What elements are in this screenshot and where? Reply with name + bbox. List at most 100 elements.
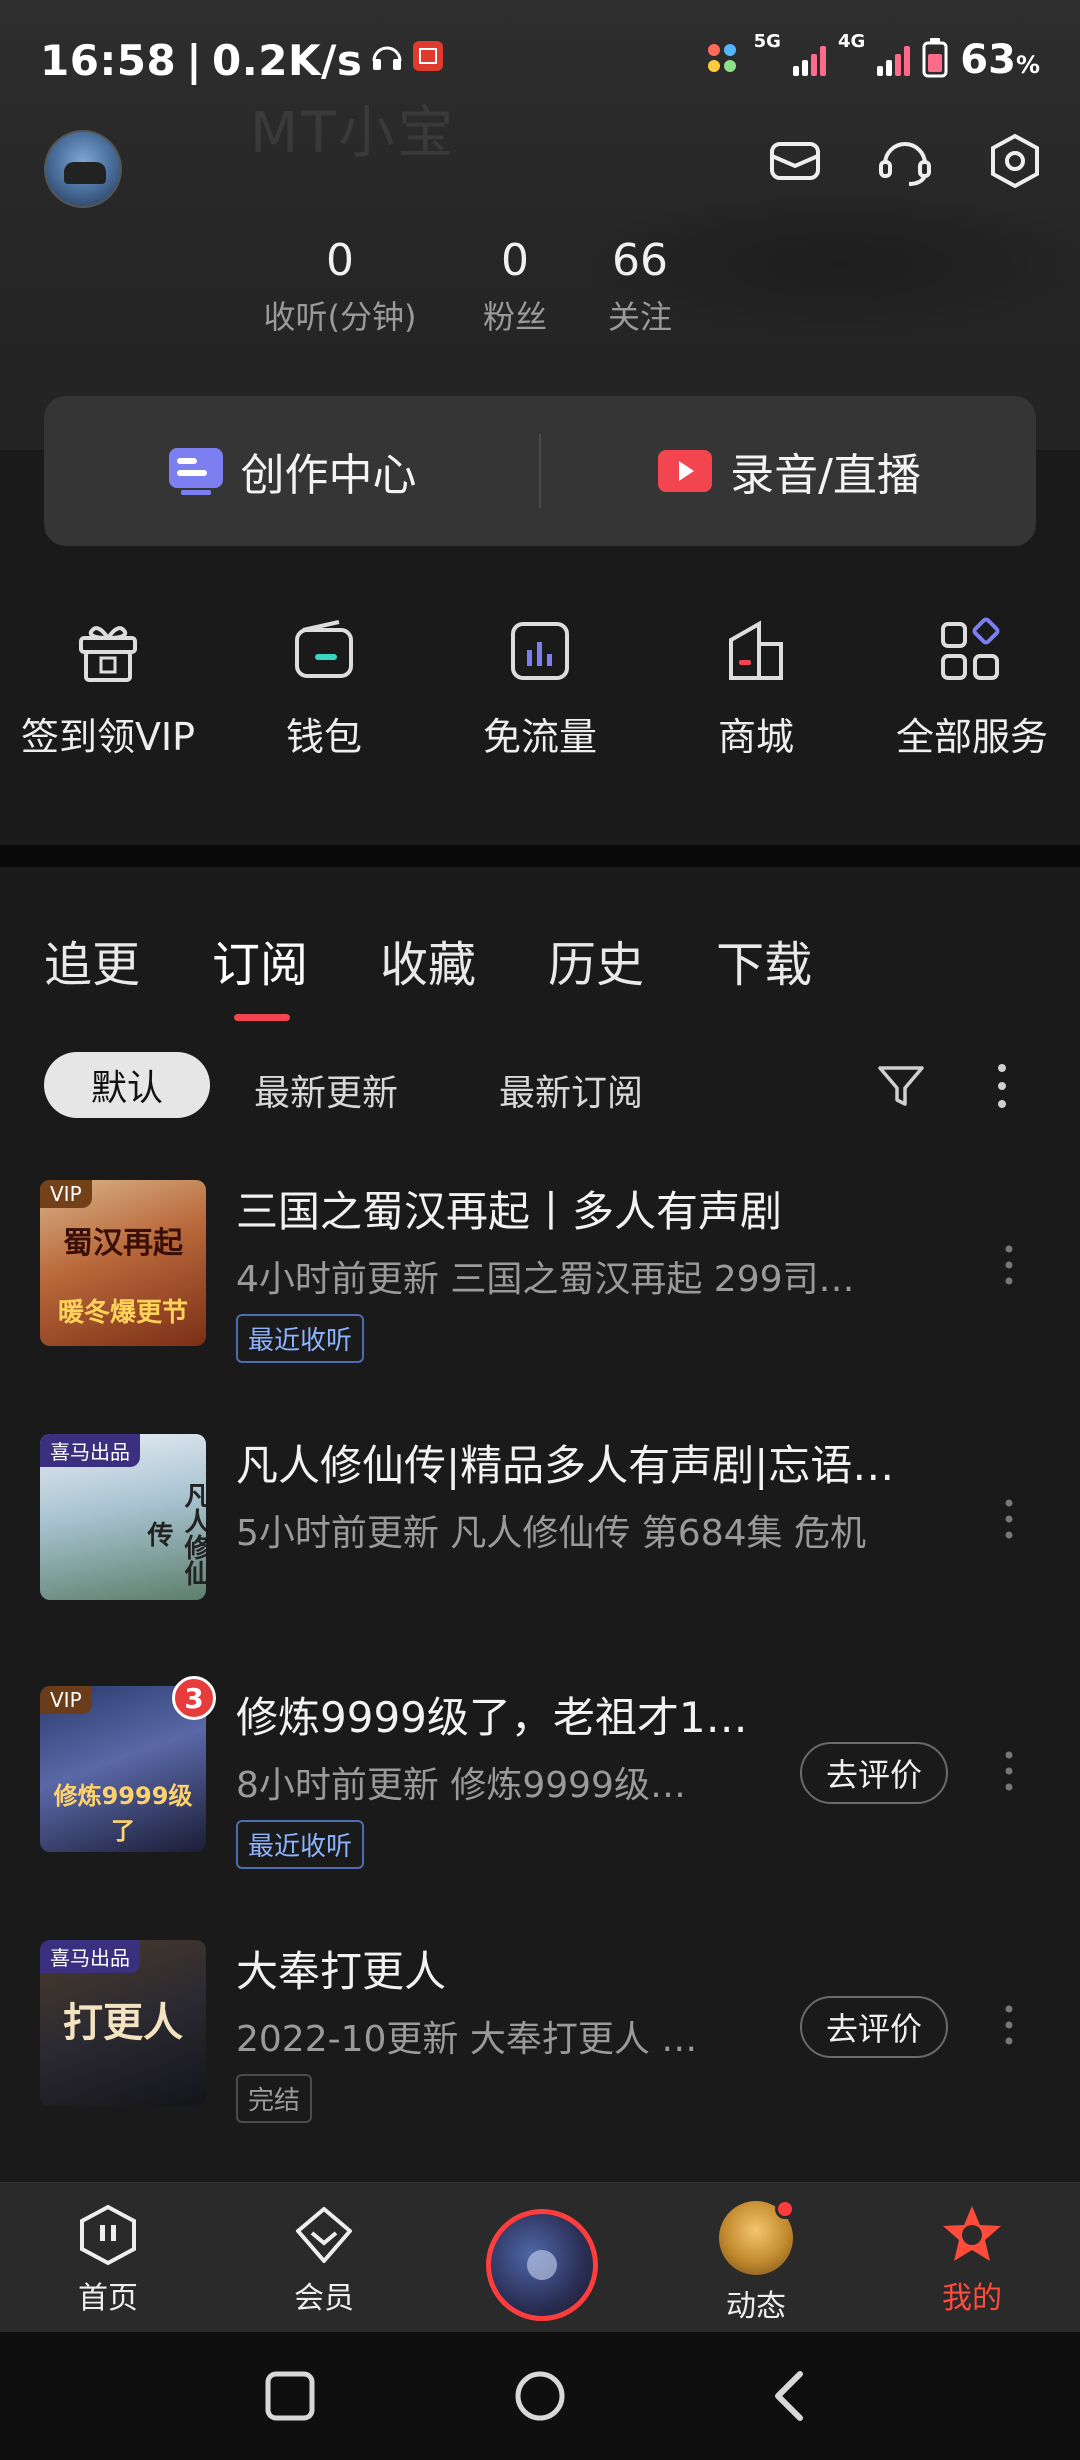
vip-tag: VIP [40, 1686, 92, 1714]
signal-2-icon [877, 44, 911, 76]
tab-favorites[interactable]: 收藏 [380, 925, 476, 995]
creator-center-button[interactable]: 创作中心 [44, 396, 539, 546]
cover-title: 打更人 [63, 2000, 183, 2046]
status-app-icon [702, 38, 742, 82]
record-play-icon [658, 450, 713, 492]
ximalaya-original-tag: 喜马出品 [40, 1940, 140, 1973]
wallet-icon [295, 620, 353, 678]
sort-filter-row: 默认 最新更新 最新订阅 [44, 1052, 1044, 1118]
mail-icon[interactable] [766, 132, 824, 190]
status-time: 16:58 [40, 35, 177, 85]
stat-fans-value: 0 [501, 235, 529, 286]
album-cover[interactable]: 喜马出品 凡人修仙传 [40, 1434, 206, 1600]
rate-button[interactable]: 去评价 [800, 1996, 948, 2058]
cover-promo: 暖冬爆更节 [57, 1298, 188, 1328]
service-sign-vip[interactable]: 签到领VIP [0, 616, 216, 761]
cover-title: 凡人修仙传 [143, 1482, 206, 1586]
stat-fans[interactable]: 0 粉丝 [460, 235, 570, 338]
list-item[interactable]: VIP 修炼9999级了 3 修炼9999级了，老祖才1… 8小时前更新 修炼9… [0, 1676, 1080, 1886]
more-options-icon[interactable] [994, 1062, 1010, 1110]
signal-1-icon [792, 44, 826, 76]
list-item[interactable]: 喜马出品 打更人 大奉打更人 2022-10更新 大奉打更人 … 完结 去评价 [0, 1940, 1080, 2140]
album-cover[interactable]: 喜马出品 打更人 [40, 1940, 206, 2106]
tab-downloads[interactable]: 下载 [716, 925, 812, 995]
home-icon [80, 2204, 136, 2266]
sort-latest-update[interactable]: 最新更新 [254, 1064, 398, 1116]
recent-listen-tag: 最近收听 [236, 1314, 365, 1363]
tab-history[interactable]: 历史 [548, 925, 644, 995]
battery-percent: 63% [960, 37, 1040, 83]
stat-following-label: 关注 [607, 298, 672, 336]
user-avatar[interactable] [44, 130, 122, 208]
item-subtitle: 2022-10更新 大奉打更人 … [236, 2019, 698, 2060]
nav-mine[interactable]: 我的 [892, 2203, 1052, 2317]
tab-subscriptions[interactable]: 订阅 [212, 925, 308, 1021]
list-item[interactable]: VIP 蜀汉再起 暖冬爆更节 三国之蜀汉再起丨多人有声剧 4小时前更新 三国之蜀… [0, 1180, 1080, 1380]
status-bar: 16:58 | 0.2K/s 5G 4G 63% [0, 0, 1080, 120]
item-subtitle: 5小时前更新 凡人修仙传 第684集 危机 [236, 1513, 866, 1554]
stat-listen-label: 收听(分钟) [263, 298, 417, 336]
back-icon[interactable] [762, 2368, 818, 2424]
creator-center-icon [168, 448, 223, 495]
item-more-icon[interactable] [1002, 1750, 1016, 1792]
service-wallet[interactable]: 钱包 [216, 616, 432, 761]
nav-feed[interactable]: 动态 [676, 2199, 836, 2325]
list-item[interactable]: 喜马出品 凡人修仙传 凡人修仙传|精品多人有声剧|忘语… 5小时前更新 凡人修仙… [0, 1434, 1080, 1634]
sim2-label: 4G [837, 31, 866, 52]
nav-mine-label: 我的 [942, 2281, 1002, 2316]
stats-row: 0 收听(分钟) 0 粉丝 66 关注 [0, 235, 1080, 345]
vip-diamond-icon [296, 2207, 352, 2263]
home-circle-icon[interactable] [512, 2368, 568, 2424]
nav-home-label: 首页 [78, 2281, 138, 2316]
sort-latest-subscribe[interactable]: 最新订阅 [499, 1064, 643, 1116]
album-cover[interactable]: VIP 蜀汉再起 暖冬爆更节 [40, 1180, 206, 1346]
cover-title: 修炼9999级了 [53, 1782, 193, 1845]
service-mall[interactable]: 商城 [648, 616, 864, 761]
service-all-label: 全部服务 [895, 715, 1048, 759]
item-subtitle: 4小时前更新 三国之蜀汉再起 299司… [236, 1259, 855, 1300]
feed-unread-dot [775, 2199, 795, 2219]
vip-tag: VIP [40, 1180, 92, 1208]
item-more-icon[interactable] [1002, 1244, 1016, 1286]
battery-icon [922, 38, 948, 82]
item-more-icon[interactable] [1002, 2004, 1016, 2046]
app-notification-icon [412, 40, 444, 80]
recent-listen-tag: 最近收听 [236, 1820, 365, 1869]
star-profile-icon [943, 2206, 1001, 2261]
sort-default-chip[interactable]: 默认 [44, 1052, 210, 1118]
now-playing-disc[interactable] [486, 2209, 598, 2321]
completed-tag: 完结 [236, 2074, 313, 2123]
network-speed: 0.2K/s [212, 35, 363, 85]
all-services-icon [941, 617, 1000, 680]
sim1-label: 5G [753, 31, 781, 52]
create-card: 创作中心 录音/直播 [44, 396, 1036, 546]
update-count-badge: 3 [172, 1676, 216, 1720]
library-tabs: 追更 订阅 收藏 历史 下载 [44, 925, 884, 1021]
filter-icon[interactable] [874, 1058, 928, 1112]
status-separator: | [186, 35, 203, 85]
stat-listen[interactable]: 0 收听(分钟) [250, 235, 430, 338]
record-live-button[interactable]: 录音/直播 [541, 396, 1036, 546]
headset-icon[interactable] [876, 132, 934, 190]
service-data-free-label: 免流量 [482, 715, 597, 759]
item-more-icon[interactable] [1002, 1498, 1016, 1540]
rate-button[interactable]: 去评价 [800, 1742, 948, 1804]
item-title: 凡人修仙传|精品多人有声剧|忘语… [236, 1441, 895, 1490]
service-sign-vip-label: 签到领VIP [20, 715, 196, 759]
item-title: 大奉打更人 [236, 1947, 447, 1996]
tab-following-updates[interactable]: 追更 [44, 925, 140, 995]
service-data-free[interactable]: 免流量 [432, 616, 648, 761]
settings-icon[interactable] [986, 132, 1044, 190]
recent-apps-icon[interactable] [262, 2368, 318, 2424]
service-wallet-label: 钱包 [285, 715, 362, 759]
nav-home[interactable]: 首页 [28, 2203, 188, 2317]
stat-listen-value: 0 [326, 235, 354, 286]
stat-following-value: 66 [612, 235, 668, 286]
battery-value: 63 [960, 37, 1016, 83]
service-all[interactable]: 全部服务 [864, 616, 1080, 761]
profile-row: MT小宝 [0, 101, 1080, 210]
stat-following[interactable]: 66 关注 [585, 235, 695, 338]
system-navigation-bar [0, 2332, 1080, 2460]
nav-vip[interactable]: 会员 [244, 2203, 404, 2317]
mall-icon [729, 620, 783, 680]
